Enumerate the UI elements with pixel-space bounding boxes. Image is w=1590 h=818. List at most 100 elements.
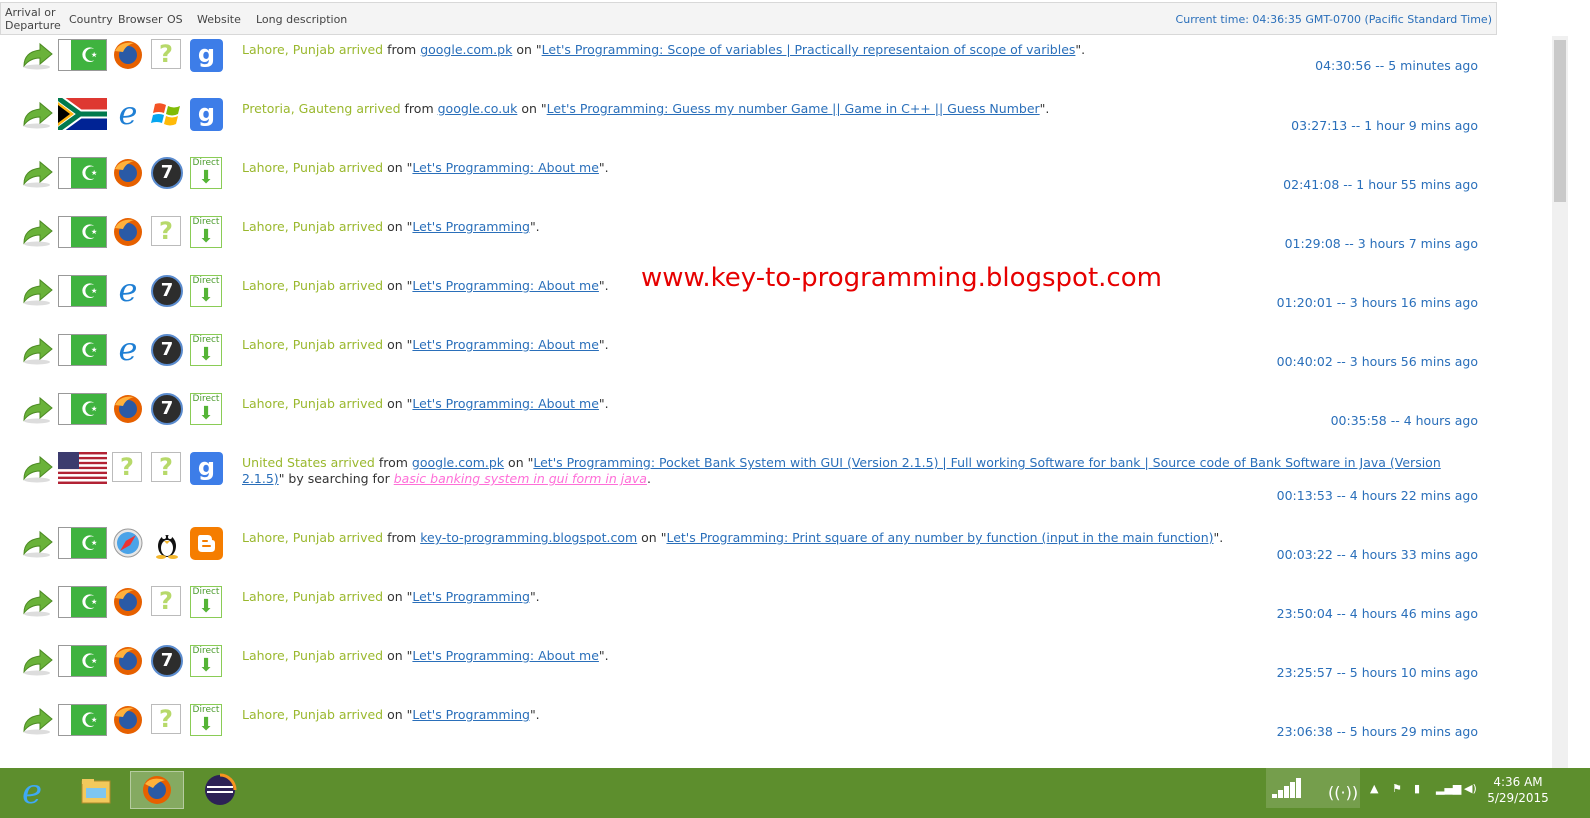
internet-explorer-icon: e	[118, 330, 138, 368]
vertical-scrollbar[interactable]	[1552, 36, 1568, 768]
direct-visit-icon: Direct ⬇	[190, 334, 222, 366]
firefox-icon	[114, 706, 142, 734]
firefox-icon	[114, 647, 142, 675]
page-title-link[interactable]: Let's Programming: About me	[412, 648, 599, 663]
visit-time: 04:30:56 -- 5 minutes ago	[1315, 58, 1478, 73]
firefox-icon	[114, 395, 142, 423]
pakistan-flag-icon: ☪	[58, 393, 107, 425]
scrollbar-thumb[interactable]	[1554, 40, 1566, 202]
unknown-os-icon: ?	[151, 216, 181, 246]
page-title-link[interactable]: Let's Programming: Scope of variables | …	[542, 42, 1076, 57]
visitor-location: Lahore, Punjab arrived	[242, 42, 384, 57]
visitor-location: Lahore, Punjab arrived	[242, 530, 384, 545]
windows-xp-icon	[151, 103, 180, 126]
blogger-icon	[190, 527, 223, 560]
arrival-arrow-icon	[23, 455, 53, 483]
visit-description: Lahore, Punjab arrived on "Let's Program…	[242, 337, 609, 352]
direct-visit-icon: Direct ⬇	[190, 645, 222, 677]
network-icon[interactable]: ▂▄▆	[1436, 782, 1461, 795]
visit-description: Lahore, Punjab arrived on "Let's Program…	[242, 160, 609, 175]
page-title-link[interactable]: Let's Programming: About me	[412, 396, 599, 411]
visit-description: Lahore, Punjab arrived on "Let's Program…	[242, 589, 540, 604]
visit-time: 00:35:58 -- 4 hours ago	[1330, 413, 1478, 428]
battery-icon[interactable]: ▮	[1414, 782, 1420, 795]
table-header: Arrival or Departure Country Browser OS …	[0, 2, 1497, 35]
visit-time: 03:27:13 -- 1 hour 9 mins ago	[1291, 118, 1478, 133]
windows-7-icon: 7	[151, 334, 183, 366]
arrival-arrow-icon	[23, 589, 53, 617]
visit-time: 00:03:22 -- 4 hours 33 mins ago	[1276, 547, 1478, 562]
firefox-icon	[114, 588, 142, 616]
direct-visit-icon: Direct ⬇	[190, 157, 222, 189]
page-title-link[interactable]: Let's Programming: About me	[412, 278, 599, 293]
arrival-arrow-icon	[23, 648, 53, 676]
header-country[interactable]: Country	[69, 13, 113, 26]
visitor-location: Lahore, Punjab arrived	[242, 707, 384, 722]
page-title-link[interactable]: Let's Programming	[412, 219, 530, 234]
arrival-arrow-icon	[23, 219, 53, 247]
visitor-location: Lahore, Punjab arrived	[242, 219, 384, 234]
visit-description: Lahore, Punjab arrived from key-to-progr…	[242, 530, 1224, 545]
action-center-icon[interactable]: ⚑	[1392, 782, 1402, 795]
header-browser[interactable]: Browser	[118, 13, 163, 26]
header-long-description[interactable]: Long description	[256, 13, 347, 26]
windows-7-icon: 7	[151, 275, 183, 307]
network-tray[interactable]: ((·))	[1266, 768, 1360, 808]
arrival-arrow-icon	[23, 278, 53, 306]
referrer-link[interactable]: google.co.uk	[438, 101, 518, 116]
file-explorer-taskbar-icon[interactable]	[74, 771, 118, 809]
visit-description: Lahore, Punjab arrived on "Let's Program…	[242, 396, 609, 411]
arrival-arrow-icon	[23, 337, 53, 365]
visitor-location: Lahore, Punjab arrived	[242, 160, 384, 175]
page-title-link[interactable]: Let's Programming	[412, 589, 530, 604]
page-title-link[interactable]: Let's Programming: Guess my number Game …	[547, 101, 1040, 116]
current-time: Current time: 04:36:35 GMT-0700 (Pacific…	[1175, 13, 1492, 26]
firefox-taskbar-icon[interactable]	[130, 771, 184, 809]
arrival-arrow-icon	[23, 101, 53, 129]
direct-visit-icon: Direct ⬇	[190, 704, 222, 736]
eclipse-taskbar-icon[interactable]	[198, 771, 242, 809]
pakistan-flag-icon: ☪	[58, 157, 107, 189]
unknown-os-icon: ?	[151, 586, 181, 616]
visit-time: 02:41:08 -- 1 hour 55 mins ago	[1283, 177, 1478, 192]
visit-description: Lahore, Punjab arrived from google.com.p…	[242, 42, 1086, 57]
arrival-arrow-icon	[23, 396, 53, 424]
pakistan-flag-icon: ☪	[58, 39, 107, 71]
watermark: www.key-to-programming.blogspot.com	[641, 263, 1162, 293]
header-website[interactable]: Website	[197, 13, 241, 26]
referrer-link[interactable]: google.com.pk	[412, 455, 504, 470]
referrer-link[interactable]: key-to-programming.blogspot.com	[420, 530, 637, 545]
visitor-location: Lahore, Punjab arrived	[242, 648, 384, 663]
ie-taskbar-icon[interactable]: e	[14, 771, 58, 812]
header-arrival[interactable]: Arrival or Departure	[5, 6, 61, 32]
search-term-link[interactable]: basic banking system in gui form in java	[394, 471, 647, 486]
pakistan-flag-icon: ☪	[58, 704, 107, 736]
page-title-link[interactable]: Let's Programming	[412, 707, 530, 722]
system-clock[interactable]: 4:36 AM 5/29/2015	[1486, 774, 1550, 806]
page-title-link[interactable]: Let's Programming: About me	[412, 337, 599, 352]
header-os[interactable]: OS	[167, 13, 183, 26]
unknown-os-icon: ?	[151, 704, 181, 734]
arrival-arrow-icon	[23, 160, 53, 188]
visitor-location: Lahore, Punjab arrived	[242, 337, 384, 352]
referrer-link[interactable]: google.com.pk	[420, 42, 512, 57]
pakistan-flag-icon: ☪	[58, 586, 107, 618]
visitor-location: Lahore, Punjab arrived	[242, 589, 384, 604]
south-africa-flag-icon	[58, 98, 107, 130]
volume-icon[interactable]: ◀)	[1464, 782, 1477, 795]
pakistan-flag-icon: ☪	[58, 527, 107, 559]
pakistan-flag-icon: ☪	[58, 216, 107, 248]
pakistan-flag-icon: ☪	[58, 275, 107, 307]
visitor-location: Lahore, Punjab arrived	[242, 278, 384, 293]
united-states-flag-icon	[58, 452, 107, 484]
visit-time: 01:29:08 -- 3 hours 7 mins ago	[1284, 236, 1478, 251]
linux-tux-icon	[156, 535, 178, 559]
page-title-link[interactable]: Let's Programming: Print square of any n…	[666, 530, 1213, 545]
page-title-link[interactable]: Let's Programming: About me	[412, 160, 599, 175]
windows-7-icon: 7	[151, 157, 183, 189]
visitor-location: Pretoria, Gauteng arrived	[242, 101, 401, 116]
unknown-os-icon: ?	[151, 452, 181, 482]
show-hidden-icons-icon[interactable]: ▲	[1370, 782, 1378, 795]
visitor-location: United States arrived	[242, 455, 375, 470]
direct-visit-icon: Direct ⬇	[190, 216, 222, 248]
